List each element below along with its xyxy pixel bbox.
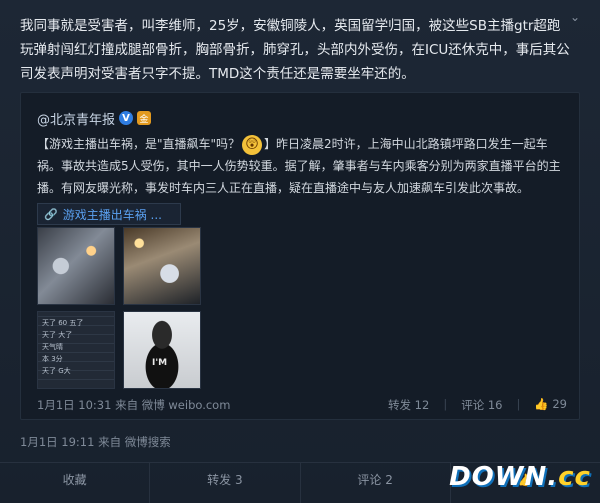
stream-line: 天了 G大 (42, 367, 71, 375)
repost-like[interactable]: 👍 29 (534, 397, 567, 413)
crash-photo-1[interactable] (37, 227, 115, 305)
livestream-screenshot[interactable]: 天了 60 五了 天了 大了 天气晴 本 3分 天了 G大 (37, 311, 115, 389)
divider: | (516, 397, 521, 411)
stream-line: 天了 60 五了 (42, 319, 84, 327)
repost-author[interactable]: @北京青年报 (37, 109, 115, 128)
watermark-tail: cc (558, 462, 591, 492)
watermark-main: DOWN. (449, 462, 559, 492)
repost-text-part1: 【游戏主播出车祸，是"直播飙车"吗？ (37, 137, 241, 151)
repost-forward-count[interactable]: 转发 12 (388, 397, 429, 413)
repost-footer: 1月1日 10:31 来自 微博 weibo.com 转发 12 | 评论 16… (37, 397, 567, 413)
stream-line: 天气晴 (42, 343, 63, 351)
shocked-emoji-icon: 😲 (242, 134, 263, 155)
link-icon: 🔗 (44, 207, 58, 221)
repost-button[interactable]: 转发 3 (150, 463, 301, 503)
divider: | (443, 397, 448, 411)
repost-time[interactable]: 1月1日 10:31 来自 微博 weibo.com (37, 397, 230, 413)
verified-badge-icon: V (119, 111, 134, 125)
shirt-text: I'M (152, 358, 168, 368)
topic-link-label: 游戏主播出车祸 ... (62, 207, 162, 222)
thumbs-up-icon: 👍 (534, 397, 549, 411)
repost-header: @北京青年报 V 金 (37, 109, 152, 128)
streamer-portrait[interactable]: I'M (123, 311, 201, 389)
stream-line: 天了 大了 (42, 331, 73, 339)
post-text: 我同事就是受害者，叫李维师，25岁，安徽铜陵人，英国留学归国，被这些SB主播gt… (20, 18, 570, 82)
repost-like-count: 29 (552, 397, 567, 411)
watermark-logo: DOWN.cc (440, 451, 600, 503)
weibo-post: ⌄ 我同事就是受害者，叫李维师，25岁，安徽铜陵人，英国留学归国，被这些SB主播… (0, 0, 600, 503)
repost-comment-count[interactable]: 评论 16 (461, 397, 502, 413)
repost-text: 【游戏主播出车祸，是"直播飙车"吗？ 😲 】昨日凌晨2时许，上海中山北路镇坪路口发生… (37, 133, 567, 199)
post-meta: 1月1日 19:11 来自 微博搜索 (20, 435, 171, 449)
favorite-button[interactable]: 收藏 (0, 463, 151, 503)
gold-badge-icon: 金 (137, 111, 152, 125)
comment-button[interactable]: 评论 2 (301, 463, 451, 503)
watermark-text: DOWN.cc (449, 462, 591, 492)
topic-link[interactable]: 🔗 游戏主播出车祸 ... (37, 203, 181, 225)
stream-line: 本 3分 (42, 355, 63, 363)
repost-actions: 转发 12 | 评论 16 | 👍 29 (388, 397, 567, 413)
crash-photo-2[interactable] (123, 227, 201, 305)
reposted-card: @北京青年报 V 金 【游戏主播出车祸，是"直播飙车"吗？ 😲 】昨日凌晨2时许，上… (20, 92, 580, 420)
